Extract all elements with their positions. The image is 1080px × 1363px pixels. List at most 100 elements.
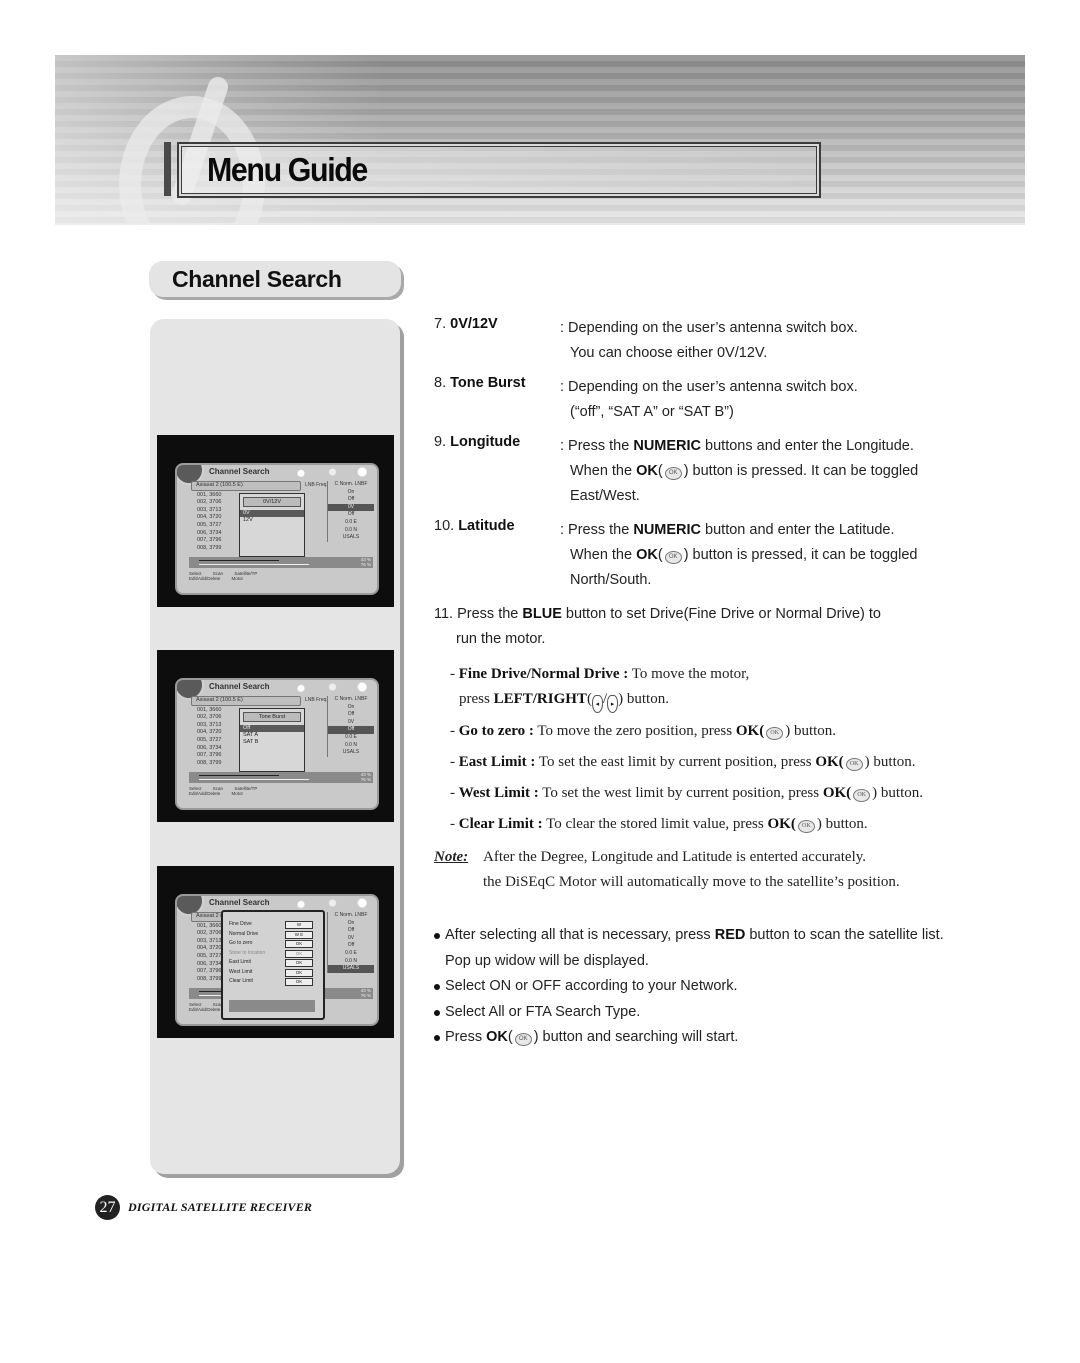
header-banner	[55, 55, 1025, 225]
legend-item: Motor	[231, 576, 244, 581]
right-button-icon: ▸	[607, 695, 619, 713]
description-line: : Press the NUMERIC buttons and enter th…	[560, 434, 974, 459]
text: buttons and enter the Longitude.	[701, 438, 914, 454]
button-name: NUMERIC	[633, 438, 702, 454]
text: When the	[570, 463, 637, 479]
text: Press	[445, 1029, 487, 1045]
motor-item-west-limit: - West Limit : To set the west limit by …	[450, 785, 923, 802]
text: ) button and searching will start.	[533, 1029, 739, 1045]
description-line: : Depending on the user’s antenna switch…	[560, 320, 858, 336]
text: After selecting all that is necessary, p…	[445, 927, 715, 943]
button-name: OK(	[815, 754, 844, 770]
popup-tone-burst: Tone Burst Off SAT A SAT B	[239, 708, 305, 772]
note-label: Note:	[434, 849, 469, 865]
item-title: Tone Burst	[450, 375, 526, 391]
bullet-item: Select All or FTA Search Type.	[434, 1000, 974, 1026]
text: Pop up widow will be displayed.	[445, 952, 649, 969]
ok-button-icon: OK	[664, 551, 682, 564]
legend-item: Motor	[231, 791, 244, 796]
description-line: : Press the NUMERIC button and enter the…	[560, 518, 974, 543]
text: To move the zero position, press	[533, 723, 736, 739]
button-name: OK	[636, 463, 658, 479]
button-name: RED	[714, 927, 746, 943]
popup-option: SAT A	[243, 732, 259, 738]
osd-title: Channel Search	[209, 682, 270, 691]
setting-value: Off	[347, 942, 355, 949]
page-title: Menu Guide	[207, 151, 368, 188]
flowers-decoration-icon	[283, 680, 373, 694]
setting-value: USALS	[342, 534, 360, 541]
text: press	[459, 691, 494, 707]
text: : Press the	[560, 438, 634, 454]
item-title: Latitude	[458, 518, 515, 534]
legend-item: Edit/Add/Delete	[189, 791, 221, 796]
item-label: 9. Longitude	[434, 434, 520, 450]
item-description: : Depending on the user’s antenna switch…	[560, 316, 974, 366]
setting-value: 0.0 E	[345, 949, 357, 956]
setting-value: 0V	[347, 718, 355, 725]
motor-row-go-to-zero: Go to zero OK	[223, 939, 323, 949]
signal-quality: 76 %	[360, 562, 371, 567]
settings-column: C Norm. LNBF On Off 0V Off 0.0 E 0.0 N U…	[327, 696, 374, 757]
description-line: North/South.	[570, 572, 652, 588]
column-header: C Norm. LNBF	[334, 696, 368, 702]
motor-item-label: Go to zero :	[458, 723, 534, 739]
signal-bar: 43 % 76 %	[189, 557, 373, 568]
item-blue-button: 11. Press the BLUE button to set Drive(F…	[434, 602, 974, 652]
popup-option-selected: Off	[240, 725, 304, 732]
item-title: Longitude	[450, 434, 521, 450]
ok-button-icon: OK	[853, 789, 871, 802]
text: 11. Press the	[434, 606, 523, 622]
tv-screenshot-0v12v: Channel Search Asiasat 2 (100.5 E) 001, …	[157, 435, 394, 607]
popup-title: 0V/12V	[243, 497, 301, 507]
item-latitude: 10. Latitude : Press the NUMERIC button …	[434, 518, 974, 593]
text: ) button.	[618, 691, 669, 707]
item-title: 0V/12V	[450, 316, 498, 332]
flowers-decoration-icon	[283, 465, 373, 479]
setting-value-selected: 0V	[328, 503, 374, 512]
item-number: 7.	[434, 316, 447, 332]
setting-value: On	[347, 703, 355, 710]
satellite-name: Asiasat 2 (100.5 E)	[191, 696, 301, 706]
text: To set the east limit by current positio…	[535, 754, 816, 770]
tv-screenshot-motor-drive: Channel Search Asiasat 2 (100.5 E) 001, …	[157, 866, 394, 1038]
footer-title: DIGITAL SATELLITE RECEIVER	[128, 1200, 313, 1214]
motor-row-store-location: Store to location OK	[223, 949, 323, 959]
motor-functions: - Fine Drive/Normal Drive : To move the …	[434, 662, 974, 895]
motor-row-label: Store to location	[229, 949, 266, 956]
button-legend: Select Scan Satellite/TP Edit/Add/Delete…	[189, 571, 373, 581]
left-button-icon: ◂	[591, 695, 603, 713]
item-number: 10.	[434, 518, 455, 534]
text: button to set Drive(Fine Drive or Normal…	[561, 606, 881, 622]
setting-value-selected: Off	[328, 726, 374, 734]
ok-button-icon: OK	[845, 758, 863, 771]
lnb-header: LNB Freq.	[305, 697, 328, 703]
bullet-item: Select ON or OFF according to your Netwo…	[434, 974, 974, 1000]
popup-option: 12V	[243, 517, 253, 523]
motor-row-east-limit: East Limit OK	[223, 958, 323, 968]
setting-value: USALS	[342, 749, 360, 756]
instructions: 7. 0V/12V : Depending on the user’s ante…	[434, 316, 974, 1051]
text: ) button.	[816, 816, 868, 832]
osd-window: Channel Search Asiasat 2 (100.5 E) 001, …	[175, 463, 379, 595]
lnb-header: LNB Freq.	[305, 482, 328, 488]
text: ) button.	[864, 754, 916, 770]
section-tab: Channel Search	[149, 261, 401, 297]
signal-quality: 76 %	[360, 777, 371, 782]
bullet-item: After selecting all that is necessary, p…	[434, 923, 974, 974]
motor-row-label: West Limit	[229, 968, 253, 975]
osd-window: Channel Search Asiasat 2 (100.5 E) 001, …	[175, 678, 379, 810]
text: To clear the stored limit value, press	[542, 816, 768, 832]
item-number: 9.	[434, 434, 447, 450]
motor-item-clear-limit: - Clear Limit : To clear the stored limi…	[450, 816, 868, 833]
item-longitude: 9. Longitude : Press the NUMERIC buttons…	[434, 434, 974, 509]
item-label: 8. Tone Burst	[434, 375, 526, 391]
text: ) button is pressed. It can be toggled	[683, 463, 919, 479]
description-line: 11. Press the BLUE button to set Drive(F…	[434, 602, 974, 627]
motor-row-value: OK	[285, 968, 313, 977]
osd-title: Channel Search	[209, 467, 270, 476]
column-header: C Norm. LNBF	[334, 481, 368, 487]
motor-row-label: Normal Drive	[229, 930, 259, 937]
motor-row-fine-drive: Fine Drive W	[223, 920, 323, 930]
button-name: OK(	[735, 723, 765, 739]
